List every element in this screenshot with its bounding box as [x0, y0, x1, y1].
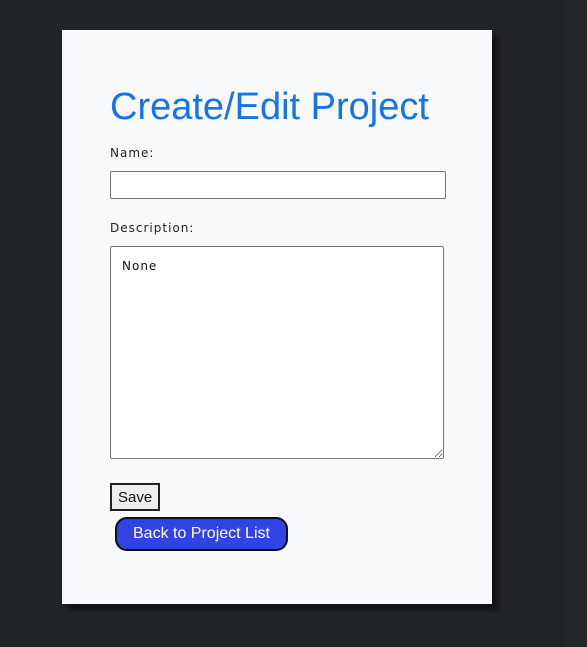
- page-scrollbar[interactable]: [566, 0, 587, 647]
- name-label: Name:: [110, 146, 155, 160]
- project-form-card: Create/Edit Project Name: Description: N…: [62, 30, 492, 604]
- page-title: Create/Edit Project: [110, 86, 429, 128]
- save-button[interactable]: Save: [110, 483, 161, 511]
- description-label: Description:: [110, 221, 195, 235]
- back-to-project-list-button[interactable]: Back to Project List: [115, 517, 288, 551]
- description-textarea[interactable]: None: [110, 246, 444, 459]
- name-input[interactable]: [110, 171, 446, 199]
